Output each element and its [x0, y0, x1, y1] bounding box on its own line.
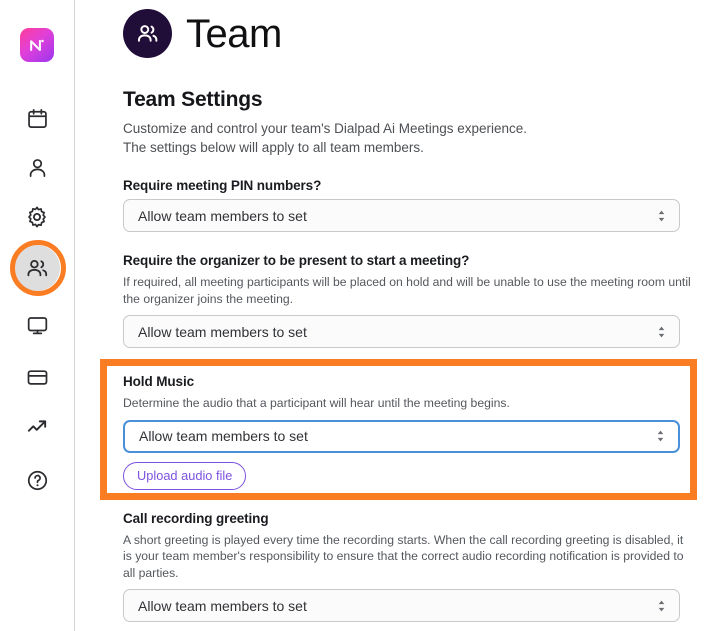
main-content: Team Team Settings Customize and control…	[75, 0, 727, 631]
select-value: Allow team members to set	[139, 428, 308, 444]
field-require-organizer: Require the organizer to be present to s…	[123, 253, 695, 348]
section-title: Team Settings	[123, 88, 263, 111]
gear-icon	[28, 206, 46, 228]
field-label: Require the organizer to be present to s…	[123, 253, 470, 268]
sidebar-item-analytics[interactable]	[14, 404, 60, 450]
credit-card-icon	[27, 369, 47, 385]
sidebar-item-calendar[interactable]	[14, 95, 60, 141]
select-value: Allow team members to set	[138, 207, 307, 224]
intro-text: Customize and control your team's Dialpa…	[123, 119, 695, 157]
field-description: Determine the audio that a participant w…	[123, 396, 510, 410]
chevron-updown-icon	[658, 600, 665, 611]
app-root: Team Team Settings Customize and control…	[0, 0, 727, 631]
require-pin-select[interactable]: Allow team members to set	[123, 199, 680, 232]
intro-line-1: Customize and control your team's Dialpa…	[123, 121, 528, 136]
select-value: Allow team members to set	[138, 323, 307, 340]
field-label: Hold Music	[123, 374, 195, 389]
field-require-pin: Require meeting PIN numbers? Allow team …	[123, 178, 695, 232]
field-description: A short greeting is played every time th…	[123, 532, 684, 580]
page-title: Team	[186, 11, 282, 56]
field-hold-music: Hold Music Determine the audio that a pa…	[123, 374, 695, 490]
calendar-icon	[27, 108, 47, 128]
team-avatar	[123, 9, 172, 58]
people-icon	[137, 25, 158, 42]
ai-logo-glyph	[30, 39, 44, 51]
sidebar-item-settings[interactable]	[14, 194, 60, 240]
help-circle-icon	[27, 470, 47, 490]
trending-up-icon	[27, 419, 46, 432]
people-icon	[27, 259, 48, 277]
field-call-recording-greeting: Call recording greeting A short greeting…	[123, 510, 695, 622]
intro-line-2: The settings below will apply to all tea…	[123, 140, 424, 155]
sidebar-item-display[interactable]	[14, 302, 60, 348]
person-icon	[29, 158, 45, 177]
hold-music-select[interactable]: Allow team members to set	[123, 419, 680, 453]
monitor-icon	[27, 316, 47, 334]
chevron-updown-icon	[658, 326, 665, 337]
select-value: Allow team members to set	[138, 597, 307, 614]
sidebar-item-team[interactable]	[14, 245, 60, 291]
chevron-updown-icon	[658, 210, 665, 221]
require-organizer-select[interactable]: Allow team members to set	[123, 315, 680, 348]
left-sidebar	[0, 0, 75, 631]
upload-audio-file-button[interactable]: Upload audio file	[123, 461, 247, 490]
dialpad-ai-logo[interactable]	[20, 28, 54, 62]
call-recording-greeting-select[interactable]: Allow team members to set	[123, 589, 680, 622]
chevron-updown-icon	[657, 430, 664, 442]
sidebar-item-help[interactable]	[14, 457, 60, 503]
field-description: If required, all meeting participants wi…	[123, 275, 691, 306]
page-header: Team	[123, 9, 282, 58]
sidebar-item-profile[interactable]	[14, 144, 60, 190]
field-label: Call recording greeting	[123, 510, 269, 526]
settings-content: Team Settings Customize and control your…	[123, 88, 695, 622]
sidebar-item-billing[interactable]	[14, 354, 60, 400]
field-label: Require meeting PIN numbers?	[123, 178, 322, 193]
